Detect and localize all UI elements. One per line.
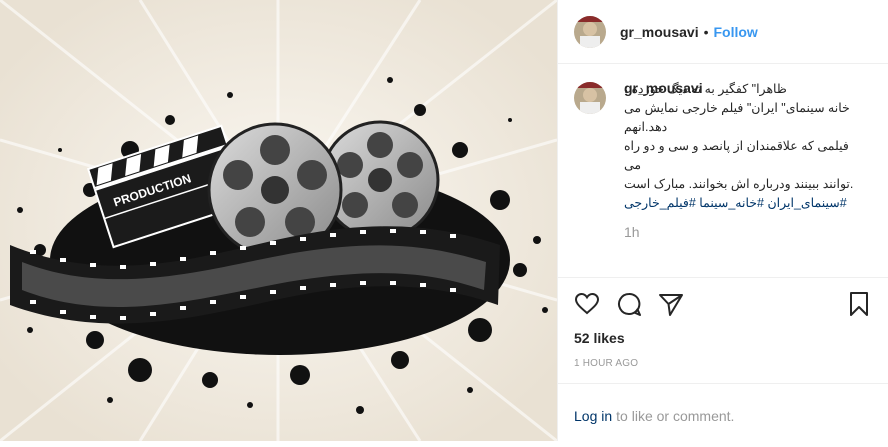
comment-icon[interactable]	[616, 291, 642, 317]
paper-plane-icon[interactable]	[658, 291, 684, 317]
login-prompt: Log in to like or comment.	[558, 383, 888, 447]
caption-text: ظاهرا" کفگیر به ته دیگ خورده ، خانه سینم…	[624, 80, 869, 194]
avatar[interactable]	[574, 15, 606, 48]
post-image[interactable]: PRODUCTION	[0, 0, 557, 441]
bookmark-icon[interactable]	[846, 291, 872, 317]
login-rest-text: to like or comment.	[616, 407, 735, 424]
caption-line: .توانند ببینند ودرباره اش بخوانند. مبارک…	[624, 177, 854, 191]
film-reel-illustration: PRODUCTION	[0, 0, 557, 441]
avatar[interactable]	[574, 82, 606, 114]
likes-count[interactable]: 52 likes	[558, 330, 888, 352]
header-username[interactable]: gr_mousavi	[620, 24, 699, 40]
caption-comment: gr_mousavi ظاهرا" کفگیر به ته دیگ خورده …	[574, 80, 872, 240]
post-header: gr_mousavi • Follow	[558, 0, 888, 64]
caption-line: خانه سینمای" ایران" فیلم خارجی نمایش می …	[624, 101, 850, 134]
separator-dot: •	[703, 23, 709, 40]
relative-time[interactable]: 1h	[624, 224, 869, 240]
caption-line: فیلمی که علاقمندان از پانصد و سی و دو را…	[624, 139, 849, 172]
comments-section: gr_mousavi ظاهرا" کفگیر به ته دیگ خورده …	[558, 64, 888, 278]
login-link[interactable]: Log in	[574, 408, 612, 424]
post-sidebar: gr_mousavi • Follow gr_mousavi ظاهرا" کف…	[557, 0, 888, 441]
post-timestamp[interactable]: 1 HOUR AGO	[558, 358, 888, 380]
hashtags[interactable]: #سینمای_ایران #خانه_سینما #فیلم_خارجی	[624, 194, 869, 213]
comment-body: gr_mousavi ظاهرا" کفگیر به ته دیگ خورده …	[624, 80, 869, 240]
heart-icon[interactable]	[574, 291, 600, 317]
follow-button[interactable]: Follow	[714, 24, 758, 40]
action-bar	[558, 278, 888, 330]
instagram-post: PRODUCTION gr_mousavi • Follow gr_mousav…	[0, 0, 888, 441]
caption-line: ظاهرا" کفگیر به ته دیگ خورده ،	[624, 82, 787, 96]
